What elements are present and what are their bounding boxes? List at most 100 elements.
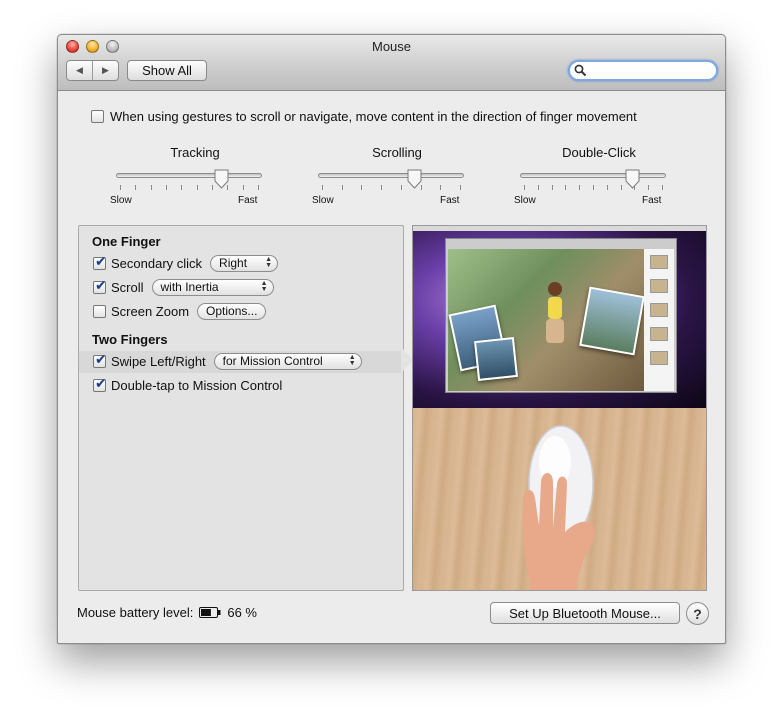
slider-tick <box>401 185 402 190</box>
preview-photo-card <box>579 286 645 356</box>
scrolling-slider-group: Scrolling Slow Fast <box>312 145 482 207</box>
tracking-slider-group: Tracking Slow Fast <box>110 145 280 207</box>
back-arrow-icon[interactable]: ◀ <box>67 61 93 80</box>
popup-arrows-icon: ▲ ▼ <box>260 280 268 293</box>
double-tap-label: Double-tap to Mission Control <box>111 377 283 393</box>
double-click-slider-group: Double-Click Slow Fast <box>514 145 684 207</box>
double-click-slider-thumb[interactable] <box>625 169 640 189</box>
scroll-popup[interactable]: with Inertia ▲ ▼ <box>151 278 274 296</box>
slider-tick <box>120 185 121 190</box>
double-click-ticks <box>520 185 666 191</box>
forward-arrow-icon[interactable]: ▶ <box>93 61 118 80</box>
preview-thumbnail <box>650 303 668 317</box>
screen-zoom-options-button[interactable]: Options... <box>197 302 267 320</box>
tracking-slow-label: Slow <box>110 195 132 206</box>
magic-mouse-hand-image <box>522 425 596 590</box>
screen-zoom-checkbox[interactable] <box>93 304 106 318</box>
mouse-preferences-window: Mouse ◀ ▶ Show All When using gestures t… <box>57 34 726 644</box>
search-icon <box>574 64 587 77</box>
preview-sidebar <box>644 249 674 391</box>
secondary-click-popup[interactable]: Right ▲ ▼ <box>210 254 279 272</box>
natural-scroll-option[interactable]: When using gestures to scroll or navigat… <box>91 109 637 124</box>
help-button[interactable]: ? <box>686 602 709 625</box>
slider-tick <box>552 185 553 190</box>
slider-tick <box>381 185 382 190</box>
two-fingers-heading: Two Fingers <box>92 332 168 347</box>
natural-scroll-checkbox[interactable] <box>91 110 104 123</box>
swipe-checkbox[interactable] <box>93 352 107 368</box>
screen-zoom-row[interactable]: Screen Zoom Options... <box>93 301 267 321</box>
tracking-slider-thumb[interactable] <box>214 169 229 189</box>
slider-tick <box>662 185 663 190</box>
preview-app-window <box>445 238 677 393</box>
tracking-slider-track[interactable] <box>116 173 262 178</box>
show-all-button[interactable]: Show All <box>127 60 207 81</box>
double-tap-checkbox[interactable] <box>93 376 107 392</box>
swipe-row[interactable]: Swipe Left/Right for Mission Control ▲▼ <box>93 351 362 371</box>
secondary-click-label: Secondary click <box>111 255 203 271</box>
tracking-fast-label: Fast <box>238 195 258 206</box>
scrolling-title: Scrolling <box>372 145 422 160</box>
slider-tick <box>342 185 343 190</box>
scroll-value: with Inertia <box>160 280 219 294</box>
swipe-label: Swipe Left/Right <box>111 353 206 369</box>
scrolling-fast-label: Fast <box>440 195 460 206</box>
tracking-title: Tracking <box>170 145 220 160</box>
slider-tick <box>579 185 580 190</box>
scroll-row[interactable]: Scroll with Inertia ▲▼ <box>93 277 274 297</box>
preview-thumbnail <box>650 279 668 293</box>
slider-tick <box>593 185 594 190</box>
slider-tick <box>565 185 566 190</box>
slider-tick <box>243 185 244 190</box>
titlebar: Mouse ◀ ▶ Show All <box>58 35 725 91</box>
preview-photo-card <box>474 337 518 381</box>
slider-tick <box>607 185 608 190</box>
secondary-click-value: Right <box>219 256 248 270</box>
swipe-popup[interactable]: for Mission Control ▲ ▼ <box>213 352 362 370</box>
natural-scroll-label: When using gestures to scroll or navigat… <box>110 109 637 124</box>
battery-status: Mouse battery level: 66 % <box>77 605 257 620</box>
set-up-bluetooth-mouse-button[interactable]: Set Up Bluetooth Mouse... <box>490 602 680 624</box>
slider-tick <box>212 185 213 190</box>
scrolling-ticks <box>318 185 464 191</box>
search-input[interactable] <box>590 63 710 78</box>
double-click-fast-label: Fast <box>642 195 662 206</box>
double-click-title: Double-Click <box>562 145 636 160</box>
double-tap-row[interactable]: Double-tap to Mission Control <box>93 375 282 395</box>
scrolling-slider-track[interactable] <box>318 173 464 178</box>
tracking-ticks <box>116 185 262 191</box>
slider-tick <box>621 185 622 190</box>
scrolling-slider-thumb[interactable] <box>407 169 422 189</box>
battery-label: Mouse battery level: <box>77 605 194 620</box>
preview-desk <box>413 408 706 590</box>
secondary-click-checkbox[interactable] <box>93 254 107 270</box>
preview-thumbnail <box>650 327 668 341</box>
slider-tick <box>197 185 198 190</box>
double-click-slow-label: Slow <box>514 195 536 206</box>
slider-tick <box>322 185 323 190</box>
gesture-options-panel: One Finger Secondary click Right ▲▼ Scro… <box>78 225 404 591</box>
one-finger-heading: One Finger <box>92 234 161 249</box>
double-click-slider-track[interactable] <box>520 173 666 178</box>
back-forward-control: ◀ ▶ <box>66 60 119 81</box>
secondary-click-row[interactable]: Secondary click Right ▲▼ <box>93 253 279 273</box>
slider-tick <box>151 185 152 190</box>
scroll-checkbox[interactable] <box>93 278 107 294</box>
popup-arrows-icon: ▲ ▼ <box>348 354 356 367</box>
slider-tick <box>460 185 461 190</box>
scrolling-slow-label: Slow <box>312 195 334 206</box>
search-field[interactable] <box>568 60 718 81</box>
slider-tick <box>181 185 182 190</box>
slider-tick <box>361 185 362 190</box>
slider-tick <box>524 185 525 190</box>
preview-thumbnail <box>650 351 668 365</box>
slider-tick <box>166 185 167 190</box>
gesture-preview-video <box>412 225 707 591</box>
screen-zoom-label: Screen Zoom <box>111 303 190 319</box>
preview-person-figure <box>546 282 564 343</box>
battery-icon <box>199 607 221 618</box>
battery-value: 66 % <box>227 605 257 620</box>
preview-thumbnail <box>650 255 668 269</box>
preview-screen <box>413 226 706 408</box>
popup-arrows-icon: ▲ ▼ <box>265 256 273 269</box>
